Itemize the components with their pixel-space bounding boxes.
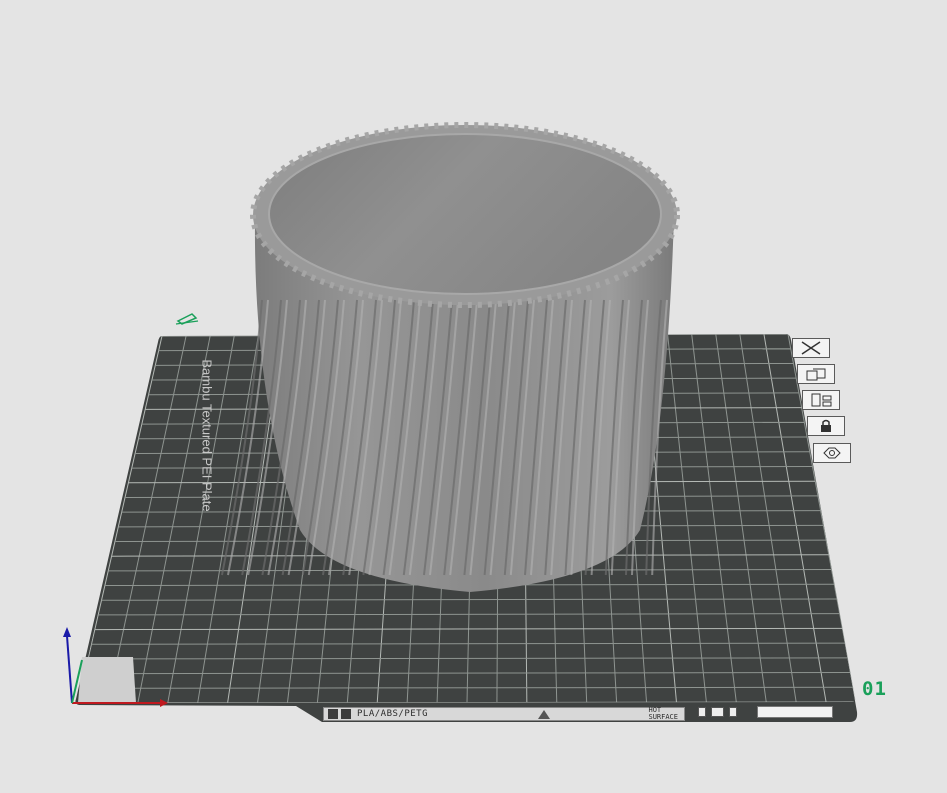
plate-logo-icon <box>328 709 338 719</box>
arrange-plate-icon[interactable] <box>797 364 835 384</box>
orient-plate-icon[interactable] <box>802 390 840 410</box>
delete-plate-icon[interactable] <box>792 338 830 358</box>
plate-tab-end <box>757 706 833 718</box>
lock-plate-icon[interactable] <box>807 416 845 436</box>
plate-symbol-icons <box>698 707 737 717</box>
excluded-area <box>78 657 136 703</box>
plate-brand-label: Bambu Textured PEI Plate <box>199 359 215 512</box>
warning-triangle-icon <box>538 709 551 719</box>
plate-qr-icon <box>341 709 351 719</box>
edit-plate-name-icon[interactable] <box>175 313 199 325</box>
plate-material-strip: PLA/ABS/PETG HOT SURFACE <box>323 707 685 721</box>
hot-surface-label: HOT SURFACE <box>648 706 678 721</box>
plate-settings-icon[interactable] <box>813 443 851 463</box>
plate-symbol-icon <box>711 707 724 717</box>
plate-symbol-icon <box>729 707 737 717</box>
materials-label: PLA/ABS/PETG <box>357 709 429 719</box>
plate-number[interactable]: 01 <box>862 678 887 700</box>
plate-symbol-icon <box>698 707 706 717</box>
